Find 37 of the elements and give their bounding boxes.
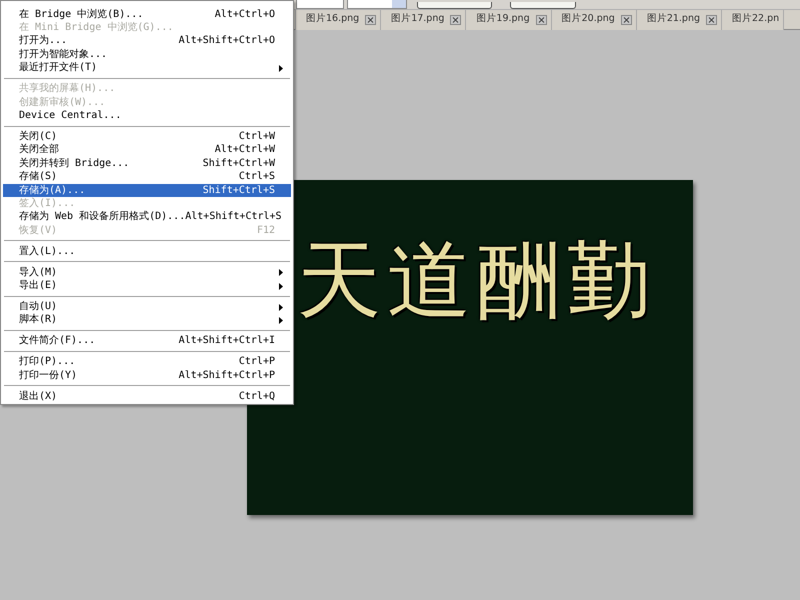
menu-item[interactable]: 自动(U) xyxy=(3,300,291,314)
menu-item[interactable]: 存储(S) Ctrl+S xyxy=(3,170,291,184)
document-tab[interactable]: 图片17.png xyxy=(381,10,466,30)
close-icon[interactable] xyxy=(620,14,632,24)
document-tab[interactable]: 图片21.png xyxy=(636,10,722,30)
menu-item[interactable]: 关闭全部 Alt+Ctrl+W xyxy=(3,144,291,158)
close-icon[interactable] xyxy=(365,14,376,24)
menu-item[interactable]: 打印一份(Y) Alt+Shift+Ctrl+P xyxy=(3,369,291,383)
document-tab[interactable]: 图片22.pn xyxy=(722,10,784,30)
menu-item[interactable]: 最近打开文件(T) xyxy=(3,62,291,75)
toolbar-button[interactable] xyxy=(417,2,492,9)
menu-item[interactable]: 在 Bridge 中浏览(B)... Alt+Ctrl+O xyxy=(3,8,291,22)
menu-item[interactable]: 置入(L)... xyxy=(3,245,291,258)
menu-item[interactable]: Device Central... xyxy=(3,109,291,123)
close-icon[interactable] xyxy=(706,14,718,24)
menu-item[interactable]: 脚本(R) xyxy=(3,314,291,328)
menu-item[interactable]: 关闭并转到 Bridge... Shift+Ctrl+W xyxy=(3,157,291,170)
menu-item[interactable]: 导出(E) xyxy=(3,279,291,293)
calligraphy-text: 天道酬勤 xyxy=(297,238,657,322)
menu-item[interactable]: 关闭(C) Ctrl+W xyxy=(3,130,291,144)
toolbar-button[interactable] xyxy=(510,2,576,9)
menu-item[interactable]: 存储为 Web 和设备所用格式(D)...Alt+Shift+Ctrl+S xyxy=(3,210,291,224)
document-tab[interactable]: 图片19.png xyxy=(466,10,552,30)
close-icon[interactable] xyxy=(450,14,462,24)
text-field[interactable] xyxy=(296,0,344,9)
menu-item[interactable]: 文件简介(F)... Alt+Shift+Ctrl+I xyxy=(3,334,291,348)
document-tab[interactable]: 图片16.png xyxy=(296,10,382,30)
menu-item[interactable]: 退出(X) Ctrl+Q xyxy=(3,390,291,404)
menu-item[interactable]: 打开为... Alt+Shift+Ctrl+O xyxy=(3,34,291,48)
menu-item[interactable]: 存储为(A)... Shift+Ctrl+S xyxy=(3,184,291,198)
unit-dropdown[interactable] xyxy=(347,0,407,9)
menu-item[interactable]: 打开为智能对象... xyxy=(3,48,291,62)
document-tab[interactable]: 图片20.png xyxy=(552,10,637,30)
submenu-arrow-icon xyxy=(279,64,283,72)
menu-item[interactable]: 打印(P)... Ctrl+P xyxy=(3,356,291,370)
close-icon[interactable] xyxy=(536,14,547,24)
menu-item[interactable]: 导入(M) xyxy=(3,266,291,280)
